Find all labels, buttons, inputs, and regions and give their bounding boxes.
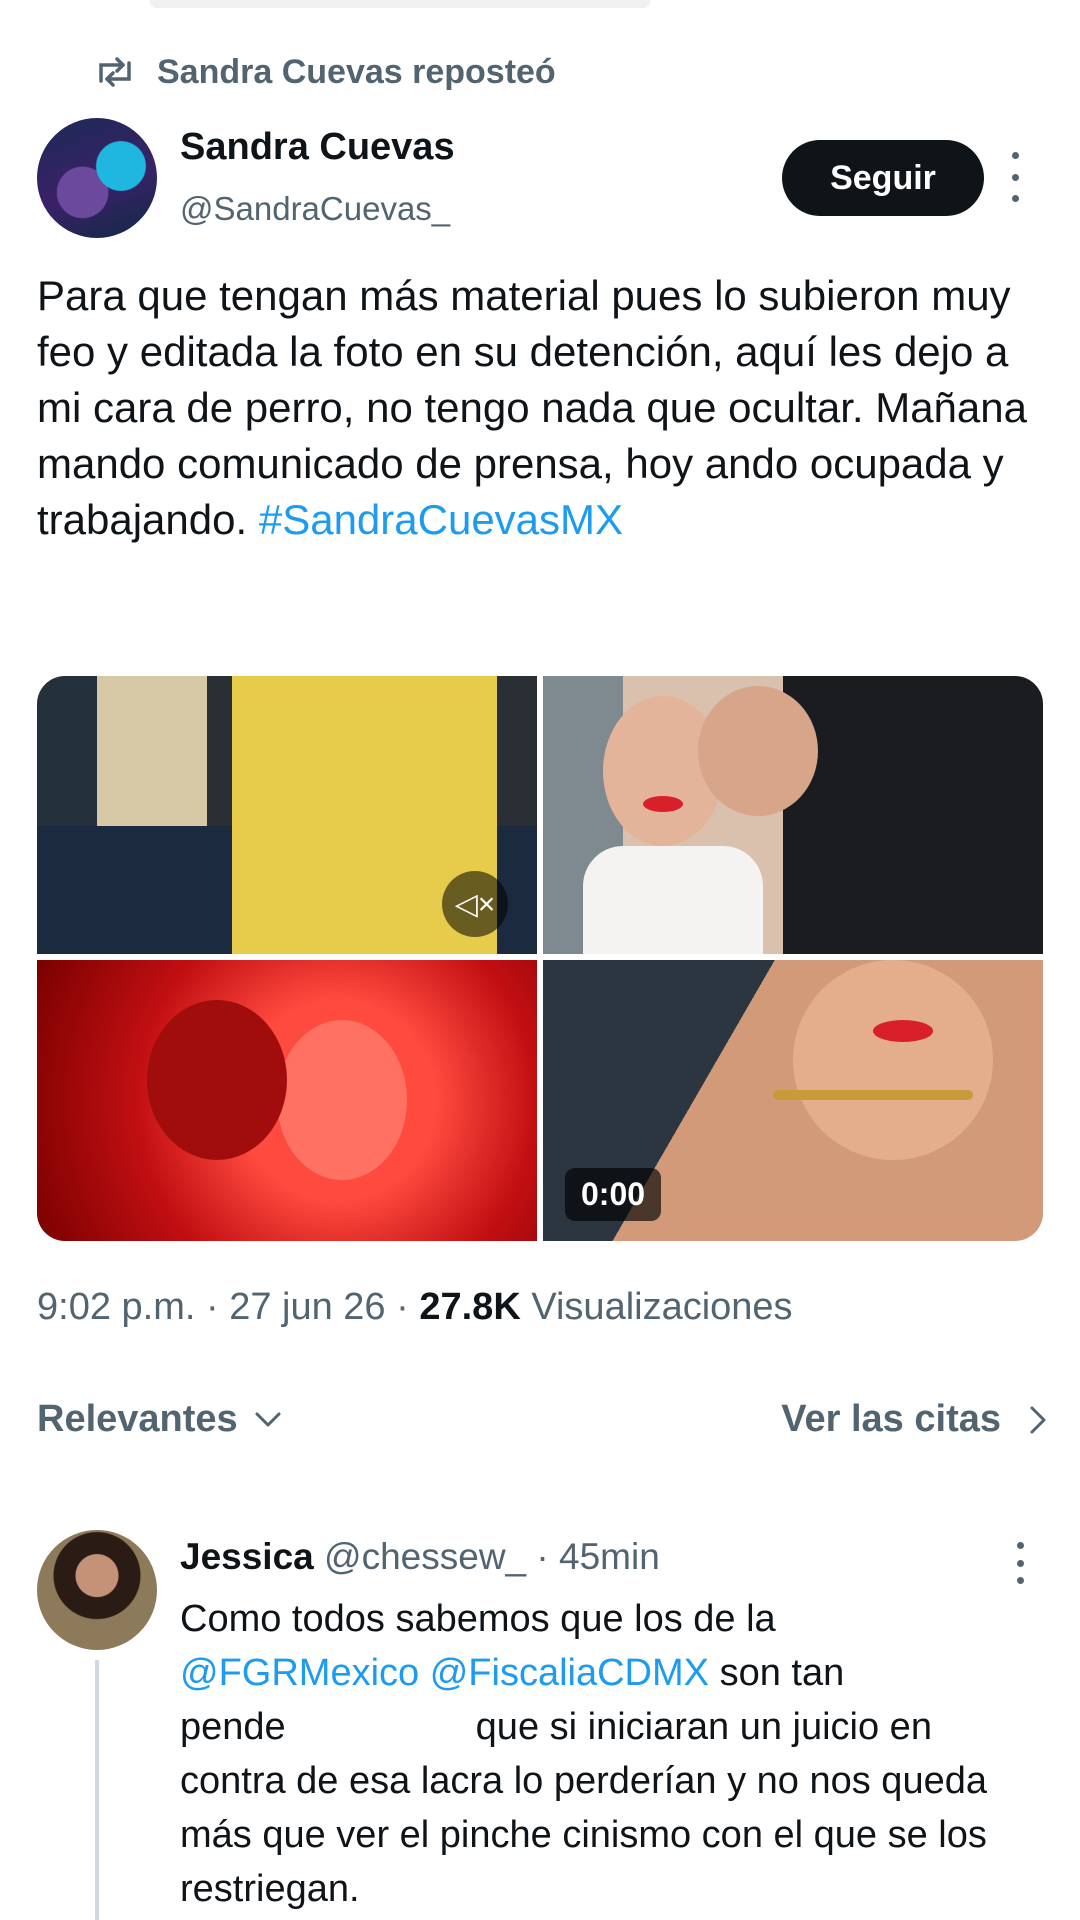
repost-icon [99, 57, 131, 87]
face-shape [698, 686, 818, 816]
mention-fiscalia[interactable]: @FiscaliaCDMX [430, 1652, 709, 1694]
separator: · [205, 1286, 230, 1328]
author-avatar[interactable] [37, 118, 157, 238]
mute-icon[interactable]: ◁× [442, 871, 508, 937]
author-handle[interactable]: @SandraCuevas_ [180, 190, 450, 228]
views-label: Visualizaciones [531, 1286, 793, 1328]
tweet-meta: 9:02 p.m. · 27 jun 26 · 27.8K Visualizac… [37, 1286, 793, 1329]
reply-author-handle[interactable]: @chessew_ [324, 1536, 526, 1577]
hashtag-link[interactable]: #SandraCuevasMX [259, 496, 623, 543]
reply-age: 45min [559, 1536, 660, 1577]
separator: · [396, 1286, 420, 1328]
sort-label: Relevantes [37, 1398, 238, 1440]
sort-dropdown[interactable]: Relevantes [37, 1398, 282, 1441]
separator: · [536, 1536, 560, 1577]
face-shape [277, 1020, 407, 1180]
tweet-date[interactable]: 27 jun 26 [229, 1286, 385, 1328]
reply-text-part4: que si iniciaran un juicio en contra de … [180, 1706, 987, 1910]
mention-fgr[interactable]: @FGRMexico [180, 1652, 419, 1694]
media-photo-3[interactable] [37, 960, 537, 1241]
chevron-right-icon [1030, 1406, 1046, 1433]
reply-more-options-icon[interactable] [1010, 1542, 1030, 1584]
media-video-4[interactable]: 0:00 [543, 960, 1043, 1241]
video-duration: 0:00 [565, 1168, 662, 1221]
follow-button[interactable]: Seguir [782, 140, 984, 216]
face-shape [147, 1000, 287, 1160]
media-grid: ◁× 0:00 [37, 676, 1043, 1241]
author-name[interactable]: Sandra Cuevas [180, 126, 455, 169]
reply-avatar[interactable] [37, 1530, 157, 1650]
view-quotes-link[interactable]: Ver las citas [781, 1398, 1047, 1441]
repost-label: Sandra Cuevas reposteó [157, 52, 556, 91]
reply-text-part2: son tan [719, 1652, 845, 1694]
reply-text: Como todos sabemos que los de la @FGRMex… [180, 1592, 1040, 1916]
replies-filter-row: Relevantes Ver las citas [37, 1398, 1047, 1448]
reply-text-part1: Como todos sabemos que los de la [180, 1598, 776, 1640]
chevron-down-icon [255, 1412, 281, 1426]
repost-indicator: Sandra Cuevas reposteó [95, 50, 556, 94]
reply-header: Jessica @chessew_ · 45min [180, 1536, 660, 1578]
reply-author-name[interactable]: Jessica [180, 1536, 314, 1577]
views-count: 27.8K [419, 1286, 521, 1328]
view-quotes-label: Ver las citas [781, 1398, 1001, 1440]
top-edge [150, 0, 650, 8]
reply-text-part3: pende [180, 1706, 286, 1748]
tweet-text: Para que tengan más material pues lo sub… [37, 268, 1047, 548]
media-photo-2[interactable] [543, 676, 1043, 954]
lips-shape [873, 1020, 933, 1042]
more-options-icon[interactable] [1000, 152, 1030, 202]
thread-line [95, 1660, 99, 1920]
clothing-shape [583, 846, 763, 954]
tweet-time[interactable]: 9:02 p.m. [37, 1286, 195, 1328]
lips-shape [643, 796, 683, 812]
media-video-1[interactable]: ◁× [37, 676, 537, 954]
face-shape [793, 960, 993, 1160]
necklace-shape [773, 1090, 973, 1100]
